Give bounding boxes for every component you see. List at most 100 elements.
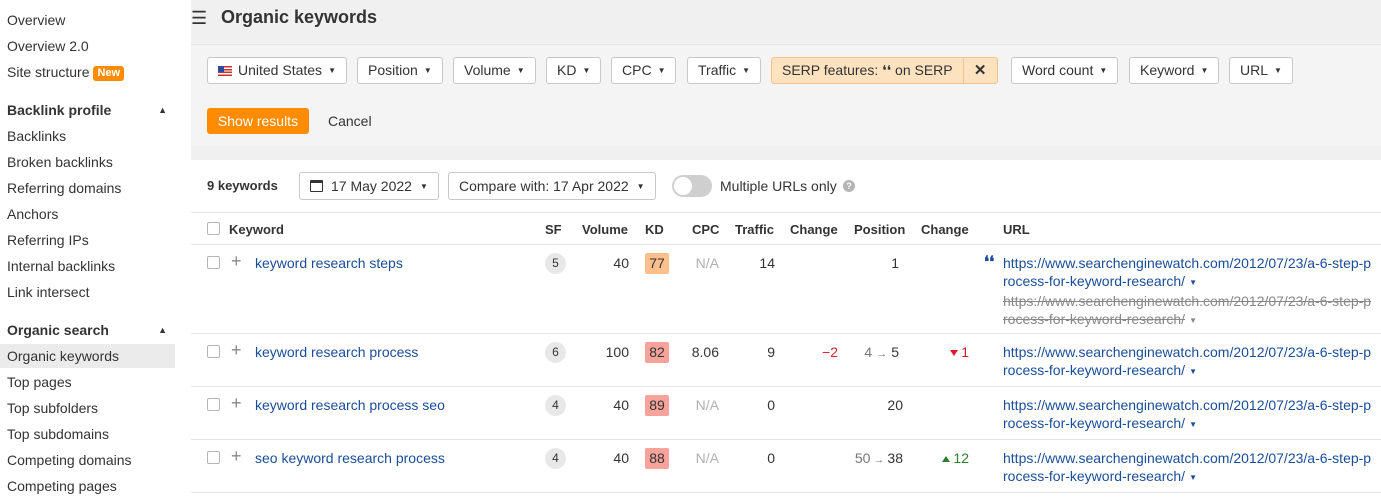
traffic-filter[interactable]: Traffic ▼ xyxy=(687,57,762,84)
cpc-value: N/A xyxy=(695,450,719,466)
plus-icon[interactable]: + xyxy=(231,394,242,412)
section-title: Backlink profile xyxy=(7,102,112,118)
chevron-down-icon[interactable]: ▼ xyxy=(1189,278,1197,287)
volume-value: 40 xyxy=(613,397,629,413)
kd-badge: 89 xyxy=(645,395,669,416)
chevron-down-icon: ▼ xyxy=(328,66,336,75)
quote-icon: ❛❛ xyxy=(984,254,995,271)
traffic-value: 9 xyxy=(767,344,775,360)
url-link[interactable]: https://www.searchenginewatch.com/2012/0… xyxy=(1003,450,1371,484)
kd-filter[interactable]: KD ▼ xyxy=(546,57,602,84)
sidebar-item-top-pages[interactable]: Top pages xyxy=(7,371,72,393)
sf-badge[interactable]: 4 xyxy=(545,448,566,469)
chevron-down-icon[interactable]: ▼ xyxy=(1189,316,1197,325)
sf-badge[interactable]: 6 xyxy=(545,342,566,363)
select-all-checkbox[interactable] xyxy=(207,222,220,235)
keyword-link[interactable]: keyword research process xyxy=(255,344,418,360)
caret-up-icon: ▲ xyxy=(158,325,167,335)
filter-label: URL xyxy=(1240,62,1269,78)
multiple-urls-label: Multiple URLs only xyxy=(720,178,837,194)
sidebar-item-backlinks[interactable]: Backlinks xyxy=(7,125,66,147)
cpc-value: 8.06 xyxy=(691,344,719,360)
help-icon[interactable]: ? xyxy=(843,180,855,192)
col-cpc[interactable]: CPC xyxy=(692,222,719,237)
filter-label: KD xyxy=(557,62,577,78)
show-results-button[interactable]: Show results xyxy=(207,108,309,134)
close-icon[interactable]: ✕ xyxy=(962,58,997,83)
multiple-urls-toggle[interactable] xyxy=(672,175,712,197)
filter-label: SERP features: ❛❛ on SERP xyxy=(782,62,953,78)
keyword-link[interactable]: seo keyword research process xyxy=(255,450,445,466)
date-picker[interactable]: 17 May 2022 ▼ xyxy=(299,172,439,200)
volume-value: 100 xyxy=(605,344,629,360)
section-organic-search[interactable]: Organic search ▲ xyxy=(7,319,175,341)
plus-icon[interactable]: + xyxy=(231,252,242,270)
sidebar-item-top-subdomains[interactable]: Top subdomains xyxy=(7,423,109,445)
sf-badge[interactable]: 5 xyxy=(545,253,566,274)
chevron-down-icon[interactable]: ▼ xyxy=(1189,473,1197,482)
serp-features-filter[interactable]: SERP features: ❛❛ on SERP ✕ xyxy=(771,57,998,84)
filter-label: Traffic xyxy=(698,62,737,78)
col-keyword[interactable]: Keyword xyxy=(229,222,284,237)
keyword-link[interactable]: keyword research steps xyxy=(255,255,403,271)
url-link[interactable]: https://www.searchenginewatch.com/2012/0… xyxy=(1003,344,1371,378)
col-kd[interactable]: KD xyxy=(645,222,664,237)
url-link[interactable]: https://www.searchenginewatch.com/2012/0… xyxy=(1003,397,1371,431)
sidebar-item-link-intersect[interactable]: Link intersect xyxy=(7,281,89,303)
word-count-filter[interactable]: Word count ▼ xyxy=(1011,57,1119,84)
sidebar-item-referring-ips[interactable]: Referring IPs xyxy=(7,229,89,251)
sidebar-item-top-subfolders[interactable]: Top subfolders xyxy=(7,397,98,419)
chevron-down-icon: ▼ xyxy=(1099,66,1108,75)
col-volume[interactable]: Volume xyxy=(582,222,628,237)
filter-label: Position xyxy=(368,62,418,78)
sidebar-item-overview[interactable]: Overview xyxy=(7,9,65,31)
traffic-value: 14 xyxy=(759,255,775,271)
row-checkbox[interactable] xyxy=(207,451,220,464)
url-link[interactable]: https://www.searchenginewatch.com/2012/0… xyxy=(1003,255,1371,289)
plus-icon[interactable]: + xyxy=(231,447,242,465)
cancel-button[interactable]: Cancel xyxy=(328,108,372,134)
url-cell: https://www.searchenginewatch.com/2012/0… xyxy=(1003,254,1373,330)
old-url-link[interactable]: https://www.searchenginewatch.com/2012/0… xyxy=(1003,293,1371,327)
chevron-down-icon[interactable]: ▼ xyxy=(1189,420,1197,429)
compare-label: Compare with: 17 Apr 2022 xyxy=(459,178,629,194)
col-change[interactable]: Change xyxy=(790,222,838,237)
col-position[interactable]: Position xyxy=(854,222,905,237)
section-backlink-profile[interactable]: Backlink profile ▲ xyxy=(7,99,175,121)
sidebar-item-anchors[interactable]: Anchors xyxy=(7,203,58,225)
date-label: 17 May 2022 xyxy=(331,178,412,194)
url-filter[interactable]: URL ▼ xyxy=(1229,57,1293,84)
cpc-filter[interactable]: CPC ▼ xyxy=(611,57,677,84)
cpc-value: N/A xyxy=(695,255,719,271)
col-url[interactable]: URL xyxy=(1003,222,1030,237)
row-checkbox[interactable] xyxy=(207,398,220,411)
sidebar-item-internal-backlinks[interactable]: Internal backlinks xyxy=(7,255,115,277)
arrow-right-icon: → xyxy=(876,348,888,360)
position-from: 4 xyxy=(864,344,873,360)
position-filter[interactable]: Position ▼ xyxy=(357,57,443,84)
sidebar-item-site-structure[interactable]: Site structure New xyxy=(7,61,125,83)
keyword-link[interactable]: keyword research process seo xyxy=(255,397,445,413)
country-filter[interactable]: United States ▼ xyxy=(207,57,347,84)
country-label: United States xyxy=(238,62,323,78)
page-title: Organic keywords xyxy=(221,7,378,27)
row-checkbox[interactable] xyxy=(207,345,220,358)
col-position-change[interactable]: Change xyxy=(921,222,969,237)
keyword-filter[interactable]: Keyword ▼ xyxy=(1129,57,1220,84)
plus-icon[interactable]: + xyxy=(231,341,242,359)
position-to: 38 xyxy=(887,450,903,466)
hamburger-menu-icon[interactable]: ☰ xyxy=(191,8,207,28)
sidebar-item-overview-2[interactable]: Overview 2.0 xyxy=(7,35,89,57)
col-traffic[interactable]: Traffic xyxy=(735,222,774,237)
sidebar-item-broken-backlinks[interactable]: Broken backlinks xyxy=(7,151,113,173)
col-sf[interactable]: SF xyxy=(545,222,562,237)
chevron-down-icon[interactable]: ▼ xyxy=(1189,367,1197,376)
row-checkbox[interactable] xyxy=(207,256,220,269)
sf-badge[interactable]: 4 xyxy=(545,395,566,416)
sidebar-item-competing-pages[interactable]: Competing pages xyxy=(7,475,117,497)
compare-date-picker[interactable]: Compare with: 17 Apr 2022 ▼ xyxy=(448,172,656,200)
sidebar-item-competing-domains[interactable]: Competing domains xyxy=(7,449,132,471)
volume-filter[interactable]: Volume ▼ xyxy=(453,57,536,84)
sidebar-item-referring-domains[interactable]: Referring domains xyxy=(7,177,121,199)
sidebar-item-organic-keywords[interactable]: Organic keywords xyxy=(7,345,119,367)
